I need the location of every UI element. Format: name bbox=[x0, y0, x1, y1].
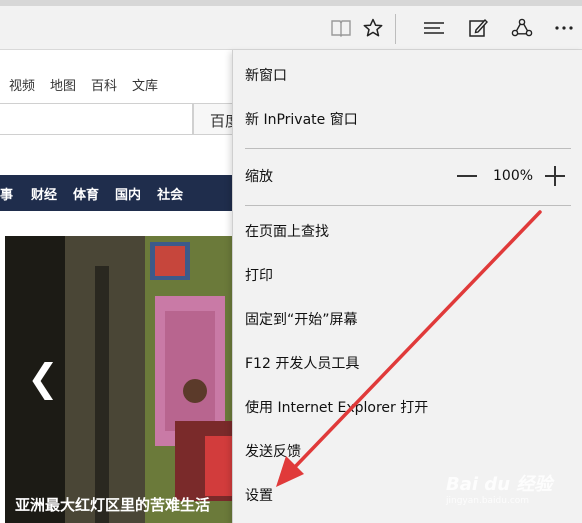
news-tab-domestic[interactable]: 国内 bbox=[115, 184, 141, 203]
carousel-prev-button[interactable]: ❮ bbox=[27, 356, 59, 400]
more-actions-menu: 新窗口 新 InPrivate 窗口 缩放 100% 在页面上查找 打印 固定到… bbox=[232, 50, 582, 523]
more-icon[interactable] bbox=[548, 12, 580, 44]
nav-link-video[interactable]: 视频 bbox=[9, 75, 35, 97]
nav-link-wenku[interactable]: 文库 bbox=[132, 75, 158, 97]
zoom-out-icon[interactable] bbox=[455, 166, 479, 186]
zoom-label: 缩放 bbox=[245, 169, 273, 185]
baidu-nav-links: 视频 地图 百科 文库 bbox=[0, 75, 164, 97]
menu-item-open-with-ie[interactable]: 使用 Internet Explorer 打开 bbox=[233, 387, 582, 427]
menu-item-send-feedback[interactable]: 发送反馈 bbox=[233, 431, 582, 471]
news-tab-sports[interactable]: 体育 bbox=[73, 184, 99, 203]
zoom-level: 100% bbox=[493, 168, 534, 184]
toolbar-separator bbox=[395, 14, 396, 44]
menu-divider bbox=[245, 205, 571, 206]
menu-item-find-on-page[interactable]: 在页面上查找 bbox=[233, 211, 582, 251]
menu-item-print[interactable]: 打印 bbox=[233, 255, 582, 295]
news-tab-military[interactable]: 军事 bbox=[0, 184, 13, 203]
watermark-brand: Bai du 经验 bbox=[446, 474, 553, 495]
news-category-nav: 军事 财经 体育 国内 社会 bbox=[0, 175, 260, 211]
carousel-caption[interactable]: 亚洲最大红灯区里的苦难生活 bbox=[15, 494, 210, 515]
favorite-star-icon[interactable] bbox=[357, 12, 389, 44]
nav-link-map[interactable]: 地图 bbox=[50, 75, 76, 97]
share-icon[interactable] bbox=[506, 12, 538, 44]
menu-item-pin-to-start[interactable]: 固定到“开始”屏幕 bbox=[233, 299, 582, 339]
watermark-url: jingyan.baidu.com bbox=[446, 496, 530, 506]
web-note-icon[interactable] bbox=[462, 12, 494, 44]
nav-link-baike[interactable]: 百科 bbox=[91, 75, 117, 97]
zoom-in-icon[interactable] bbox=[543, 164, 567, 188]
search-input[interactable] bbox=[0, 103, 193, 135]
menu-item-new-window[interactable]: 新窗口 bbox=[233, 55, 582, 95]
browser-toolbar bbox=[0, 6, 582, 50]
menu-item-new-inprivate[interactable]: 新 InPrivate 窗口 bbox=[233, 99, 582, 139]
hub-icon[interactable] bbox=[418, 12, 450, 44]
menu-divider bbox=[245, 148, 571, 149]
menu-item-zoom: 缩放 100% bbox=[233, 156, 582, 196]
reading-view-icon[interactable] bbox=[325, 12, 357, 44]
menu-item-f12-dev-tools[interactable]: F12 开发人员工具 bbox=[233, 343, 582, 383]
news-tab-society[interactable]: 社会 bbox=[157, 184, 183, 203]
news-tab-finance[interactable]: 财经 bbox=[31, 184, 57, 203]
baidu-jingyan-watermark: Bai du 经验 jingyan.baidu.com bbox=[446, 470, 556, 508]
